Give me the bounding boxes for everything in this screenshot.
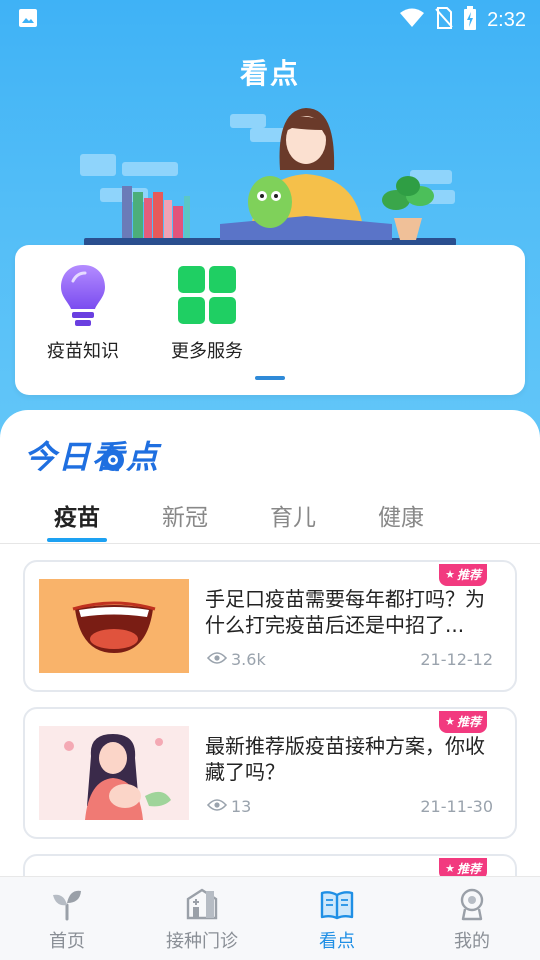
article-title: 手足口疫苗需要每年都打吗？为什么打完疫苗后还是中招了... (205, 587, 485, 637)
quick-actions-card: 疫苗知识 更多服务 (15, 245, 525, 395)
article-thumbnail (39, 579, 189, 673)
sprout-icon (50, 887, 84, 921)
quick-action-label: 更多服务 (171, 341, 243, 362)
clinic-icon (185, 887, 219, 921)
bottom-nav: 首页 接种门诊 看点 我的 (0, 876, 540, 960)
status-time: 2:32 (487, 8, 526, 31)
status-bar: 2:32 (0, 0, 540, 36)
nav-label: 看点 (319, 931, 355, 952)
views-eye-icon (206, 650, 228, 669)
divider (0, 543, 540, 544)
article-date: 21-12-12 (420, 650, 493, 669)
tab-covid[interactable]: 新冠 (140, 498, 230, 532)
page-title: 看点 (239, 57, 300, 90)
book-icon (320, 887, 354, 921)
nav-profile[interactable]: 我的 (417, 887, 527, 953)
nav-home[interactable]: 首页 (12, 887, 122, 953)
views-eye-icon (206, 797, 228, 816)
article-title: 最新推荐版疫苗接种方案，你收藏了吗？ (205, 734, 485, 784)
category-tabs: 疫苗 新冠 育儿 健康 (0, 492, 540, 544)
reading-girl-illustration (80, 108, 456, 246)
view-count: 3.6k (206, 650, 266, 669)
nav-clinic[interactable]: 接种门诊 (147, 887, 257, 953)
lightbulb-icon (53, 263, 113, 329)
view-count: 13 (206, 797, 251, 816)
article-thumbnail (39, 726, 189, 820)
eye-icon (101, 448, 125, 472)
gallery-icon (18, 8, 38, 32)
nav-highlights[interactable]: 看点 (282, 887, 392, 953)
nav-label: 我的 (454, 931, 490, 952)
battery-charging-icon (463, 6, 477, 34)
more-services-button[interactable]: 更多服务 (147, 263, 267, 363)
tab-parenting[interactable]: 育儿 (248, 498, 338, 532)
article-card[interactable]: ★ 推荐 最新推荐版疫苗接种方案，你收藏了吗？ 13 21-11-30 (23, 707, 517, 839)
nav-label: 接种门诊 (166, 931, 238, 952)
nav-label: 首页 (49, 931, 85, 952)
tab-vaccine[interactable]: 疫苗 (32, 498, 122, 532)
pager-indicator (255, 376, 285, 380)
tab-health[interactable]: 健康 (356, 498, 446, 532)
recommend-badge: ★ 推荐 (439, 564, 487, 586)
vaccine-knowledge-button[interactable]: 疫苗知识 (23, 263, 143, 363)
profile-icon (455, 887, 489, 921)
grid-icon (177, 263, 237, 329)
recommend-badge: ★ 推荐 (439, 711, 487, 733)
wifi-icon (399, 8, 425, 32)
active-tab-indicator (47, 538, 107, 542)
no-sim-icon (435, 7, 453, 33)
article-date: 21-11-30 (420, 797, 493, 816)
section-title: 今日看点 (24, 438, 161, 476)
article-card[interactable]: ★ 推荐 手足口疫苗需要每年都打吗？为什么打完疫苗后还是中招了... 3.6k 2… (23, 560, 517, 692)
quick-action-label: 疫苗知识 (47, 341, 119, 362)
